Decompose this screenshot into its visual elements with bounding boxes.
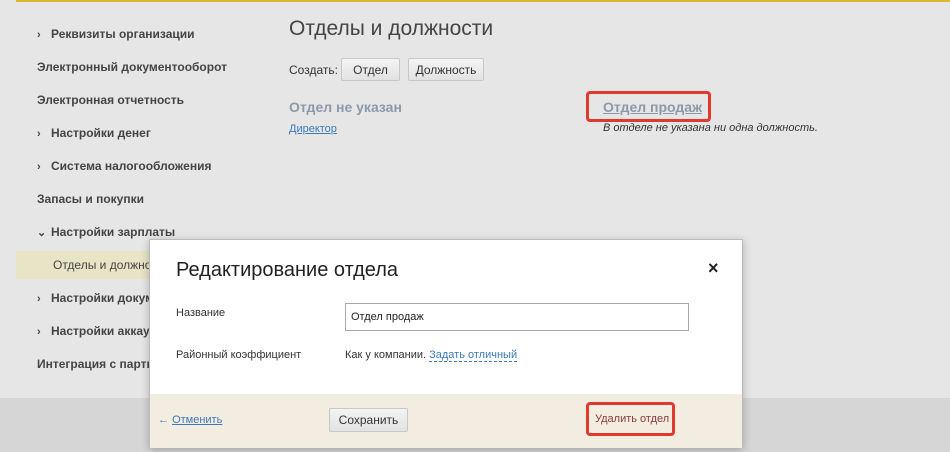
cancel-link[interactable]: ← Отменить (158, 414, 222, 426)
close-icon[interactable]: × (708, 258, 719, 279)
name-label: Название (176, 307, 226, 319)
chevron-right-icon: › (37, 161, 41, 173)
chevron-down-icon: ⌄ (37, 227, 47, 239)
dialog-title: Редактирование отдела (176, 259, 399, 281)
coefficient-value: Как у компании. Задать отличный (345, 349, 518, 362)
edit-department-dialog: Редактирование отдела × Название Районны… (149, 239, 743, 448)
chevron-right-icon: › (37, 293, 41, 305)
sidebar-item-label: Настройки денег (51, 126, 151, 140)
arrow-left-icon: ← (158, 414, 169, 426)
page-title: Отделы и должности (289, 17, 494, 40)
create-label: Создать: (289, 63, 338, 77)
sidebar-item-stock[interactable]: Запасы и покупки (37, 192, 144, 206)
set-custom-coefficient-link[interactable]: Задать отличный (429, 349, 518, 362)
department-name-input[interactable] (345, 303, 689, 331)
coefficient-text: Как у компании. (345, 349, 427, 361)
sidebar-item-edo[interactable]: Электронный документооборот (37, 60, 227, 74)
dialog-footer: ← Отменить Сохранить Удалить отдел (150, 394, 742, 448)
no-department-heading: Отдел не указан (289, 99, 402, 115)
sales-department-link[interactable]: Отдел продаж (603, 99, 702, 115)
delete-department-button[interactable]: Удалить отдел (595, 413, 669, 425)
create-position-button[interactable]: Должность (408, 58, 484, 81)
sidebar-item-tax[interactable]: › Система налогообложения (37, 159, 211, 173)
chevron-right-icon: › (37, 128, 41, 140)
top-accent-line (16, 0, 950, 2)
save-button[interactable]: Сохранить (329, 408, 408, 432)
sidebar-item-requisites[interactable]: › Реквизиты организации (37, 27, 195, 41)
sidebar-item-money[interactable]: › Настройки денег (37, 126, 151, 140)
cancel-label: Отменить (172, 414, 223, 426)
chevron-right-icon: › (37, 326, 41, 338)
no-positions-note: В отделе не указана ни одна должность. (603, 122, 818, 134)
sidebar-item-label: Система налогообложения (51, 159, 212, 173)
chevron-right-icon: › (37, 29, 41, 41)
sidebar-item-salary[interactable]: ⌄ Настройки зарплаты (37, 225, 175, 239)
coefficient-label: Районный коэффициент (176, 349, 302, 361)
sidebar-item-reporting[interactable]: Электронная отчетность (37, 93, 184, 107)
create-department-button[interactable]: Отдел (341, 58, 400, 81)
sidebar-item-label: Настройки зарплаты (51, 225, 176, 239)
director-link[interactable]: Директор (289, 123, 337, 135)
sidebar-item-label: Реквизиты организации (51, 27, 195, 41)
